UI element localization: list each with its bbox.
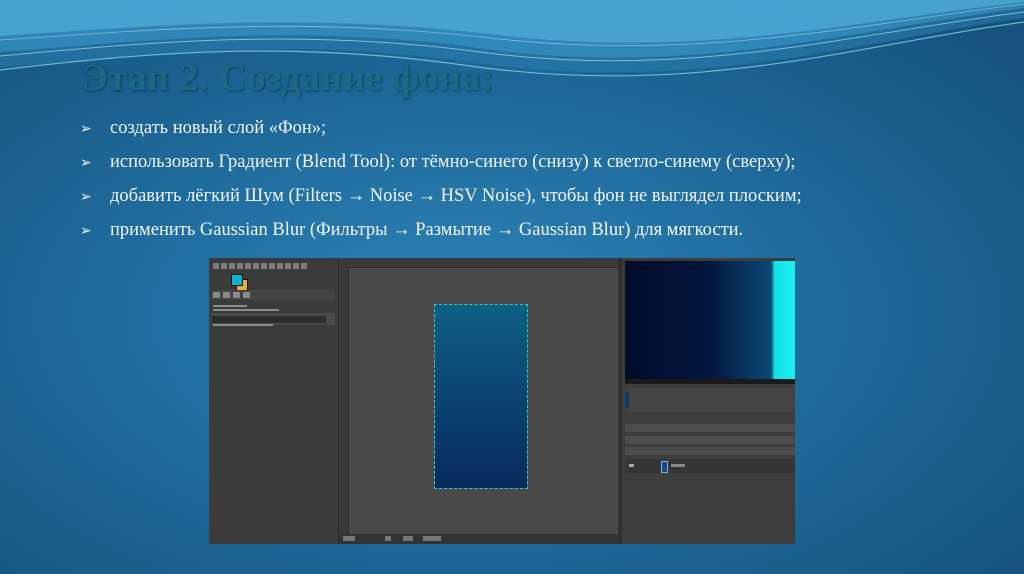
tool-icon[interactable] (213, 263, 219, 269)
gradient-stops[interactable] (625, 379, 795, 384)
gradient-document[interactable] (434, 304, 528, 489)
bullet-item: ➢ использовать Градиент (Blend Tool): от … (80, 152, 802, 186)
layer-info (423, 536, 441, 541)
layer-opacity-row[interactable] (625, 447, 795, 455)
tab-icon[interactable] (213, 292, 220, 298)
bullet-item: ➢ добавить лёгкий Шум (Filters → Noise → … (80, 186, 802, 220)
foreground-color-swatch[interactable] (231, 274, 243, 286)
tool-options-tabs (211, 290, 335, 300)
zoom-selector[interactable] (403, 536, 413, 541)
bullet-item: ➢ применить Gaussian Blur (Фильтры → Разм… (80, 220, 802, 254)
tool-icon[interactable] (301, 263, 307, 269)
tool-icon[interactable] (277, 263, 283, 269)
arrow-bullet-icon: ➢ (80, 155, 92, 171)
bullet-text: использовать Градиент (Blend Tool): от т… (110, 152, 796, 172)
bullet-list: ➢ создать новый слой «Фон»; ➢ использовать… (80, 118, 802, 254)
toolbox-dock (209, 258, 339, 544)
tool-icon[interactable] (245, 263, 251, 269)
gradient-thumb (625, 392, 629, 408)
gradient-editor-row (625, 388, 795, 412)
status-bar (339, 534, 622, 544)
tool-icon[interactable] (229, 263, 235, 269)
layers-dock (622, 258, 795, 544)
pointer-coordinates (343, 536, 355, 541)
tab-icon[interactable] (243, 292, 250, 298)
tab-icon[interactable] (233, 292, 240, 298)
option-checkbox[interactable] (213, 324, 273, 326)
bullet-text: добавить лёгкий Шум (Filters → Noise → H… (110, 186, 802, 206)
tool-icon[interactable] (269, 263, 275, 269)
option-label (213, 305, 247, 307)
tool-icon[interactable] (221, 263, 227, 269)
slide-title: Этап 2. Создание фона: (82, 57, 495, 99)
layers-tabs[interactable] (625, 424, 795, 432)
bullet-text: создать новый слой «Фон»; (110, 118, 327, 138)
tool-icon[interactable] (237, 263, 243, 269)
gimp-screenshot (209, 258, 795, 544)
tool-icon[interactable] (253, 263, 259, 269)
arrow-bullet-icon: ➢ (80, 189, 92, 205)
option-checkbox[interactable] (213, 309, 279, 311)
arrow-bullet-icon: ➢ (80, 223, 92, 239)
tool-icon[interactable] (261, 263, 267, 269)
tab-icon[interactable] (223, 292, 230, 298)
layer-row-background[interactable] (625, 459, 795, 473)
layer-mode-row[interactable] (625, 436, 795, 444)
vertical-ruler (339, 267, 349, 535)
bullet-item: ➢ создать новый слой «Фон»; (80, 118, 802, 152)
arrow-bullet-icon: ➢ (80, 121, 92, 137)
tool-icons-row (213, 261, 333, 271)
layer-thumbnail (661, 461, 668, 473)
horizontal-ruler (339, 258, 622, 268)
visibility-eye-icon[interactable] (629, 464, 634, 467)
unit-selector[interactable] (385, 536, 391, 541)
bullet-text: применить Gaussian Blur (Фильтры → Размы… (110, 220, 744, 240)
image-canvas-area (339, 258, 622, 544)
tool-icon[interactable] (293, 263, 299, 269)
tool-icon[interactable] (285, 263, 291, 269)
layer-name (671, 464, 685, 467)
gradient-preview (625, 261, 795, 383)
option-dropdown[interactable] (212, 316, 326, 323)
